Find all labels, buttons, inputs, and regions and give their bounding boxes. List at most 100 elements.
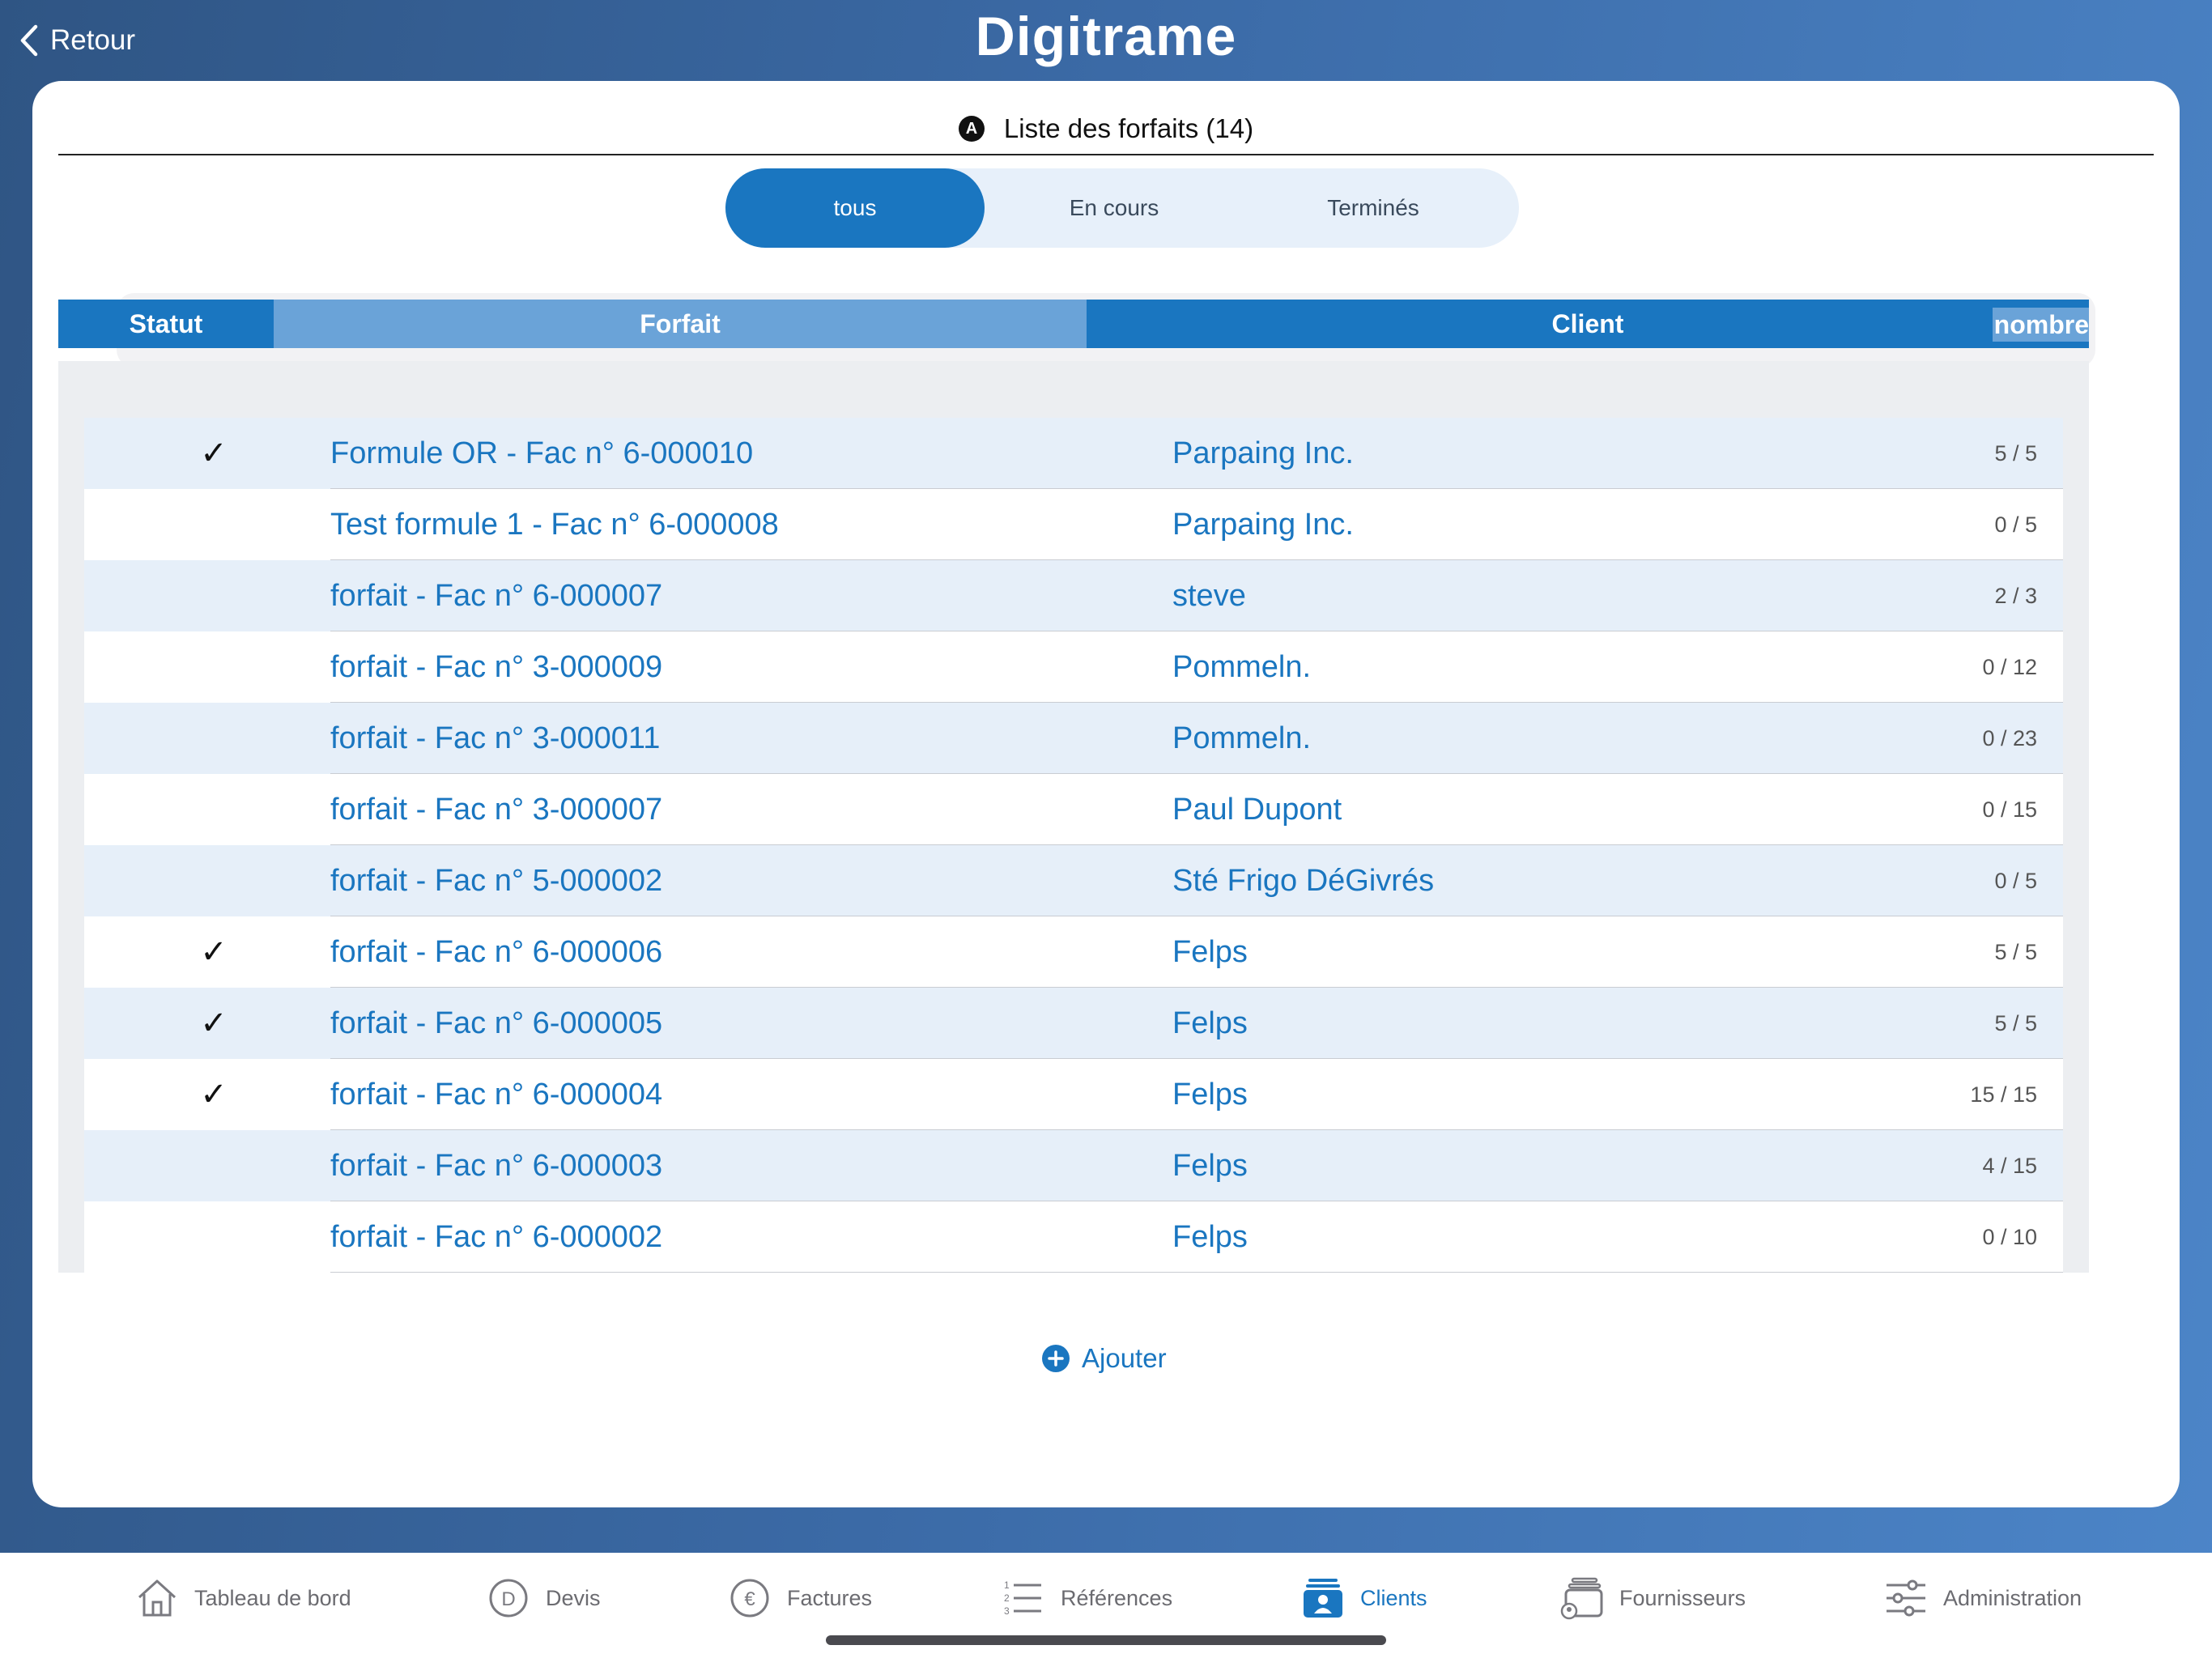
usage-count: 5 / 5 (1994, 939, 2037, 964)
status-cell: ✓ (84, 435, 330, 472)
table-row[interactable]: ✓ Formule OR - Fac n° 6-000010 Parpaing In… (84, 418, 2063, 489)
table-row[interactable]: forfait - Fac n° 3-000011 Pommeln. 0 / 23 (84, 703, 2063, 774)
tab-fournisseurs[interactable]: Fournisseurs (1559, 1574, 1746, 1622)
usage-count: 5 / 5 (1994, 1010, 2037, 1035)
forfait-name: forfait - Fac n° 6-000004 (330, 1077, 663, 1112)
tab-label: Factures (787, 1585, 873, 1610)
svg-text:2: 2 (1004, 1592, 1010, 1604)
tab-tableau-de-bord[interactable]: Tableau de bord (134, 1574, 351, 1622)
usage-count: 4 / 15 (1982, 1153, 2037, 1178)
checkmark-icon: ✓ (200, 436, 228, 471)
status-cell: ✓ (84, 933, 330, 971)
usage-count: 0 / 12 (1982, 654, 2037, 679)
table-row[interactable]: ✓ forfait - Fac n° 6-000005 Felps 5 / 5 (84, 988, 2063, 1059)
home-icon (138, 1579, 177, 1617)
table-row[interactable]: forfait - Fac n° 6-000003 Felps 4 / 15 (84, 1130, 2063, 1201)
table-row[interactable]: ✓ forfait - Fac n° 6-000004 Felps 15 / 15 (84, 1059, 2063, 1130)
client-name: Pommeln. (1172, 721, 1312, 755)
forfait-name: forfait - Fac n° 3-000007 (330, 792, 663, 827)
tab-label: Références (1061, 1585, 1173, 1610)
forfait-name: forfait - Fac n° 5-000002 (330, 863, 663, 898)
svg-text:D: D (501, 1588, 515, 1610)
client-name: Felps (1172, 934, 1248, 969)
client-name: Pommeln. (1172, 649, 1312, 684)
plus-circle-icon (1042, 1345, 1070, 1372)
forfait-name: forfait - Fac n° 6-000005 (330, 1005, 663, 1040)
table-row[interactable]: ✓ forfait - Fac n° 6-000006 Felps 5 / 5 (84, 916, 2063, 988)
tab-administration[interactable]: Administration (1883, 1574, 2082, 1622)
usage-count: 0 / 15 (1982, 797, 2037, 822)
status-cell: ✓ (84, 1076, 330, 1113)
client-name: Felps (1172, 1077, 1248, 1112)
usage-count: 5 / 5 (1994, 440, 2037, 466)
title-badge: A (958, 116, 985, 142)
client-name: Sté Frigo DéGivrés (1172, 863, 1435, 898)
client-name: steve (1172, 578, 1246, 613)
devis-icon: D (489, 1579, 528, 1618)
add-label: Ajouter (1082, 1343, 1167, 1373)
client-name: Parpaing Inc. (1172, 436, 1354, 470)
tab-label: Clients (1360, 1585, 1427, 1610)
tab-references[interactable]: 1 2 3 Références (1001, 1574, 1172, 1622)
table-row[interactable]: Test formule 1 - Fac n° 6-000008 Parpaing… (84, 489, 2063, 560)
usage-count: 2 / 3 (1994, 583, 2037, 608)
usage-count: 0 / 23 (1982, 725, 2037, 750)
tab-label: Devis (546, 1585, 601, 1610)
usage-count: 0 / 5 (1994, 868, 2037, 893)
tab-factures[interactable]: € Factures (727, 1574, 872, 1622)
home-indicator[interactable] (826, 1635, 1386, 1645)
filter-en-cours[interactable]: En cours (985, 168, 1244, 248)
svg-text:€: € (744, 1588, 755, 1610)
forfait-name: forfait - Fac n° 6-000006 (330, 934, 663, 969)
table-row[interactable]: forfait - Fac n° 6-000007 steve 2 / 3 (84, 560, 2063, 631)
page-title-bar: A Liste des forfaits (14) (58, 104, 2154, 155)
tab-devis[interactable]: D Devis (486, 1574, 601, 1622)
tab-clients[interactable]: Clients (1300, 1574, 1427, 1622)
forfait-name: Formule OR - Fac n° 6-000010 (330, 436, 754, 470)
tab-label: Tableau de bord (194, 1585, 351, 1610)
sliders-icon (1887, 1579, 1925, 1617)
filter-termines[interactable]: Terminés (1244, 168, 1503, 248)
column-header-forfait[interactable]: Forfait (274, 300, 1087, 348)
table-row[interactable]: forfait - Fac n° 5-000002 Sté Frigo DéGiv… (84, 845, 2063, 916)
forfait-name: forfait - Fac n° 6-000002 (330, 1219, 663, 1254)
supplier-icon (1560, 1577, 1603, 1620)
forfait-name: forfait - Fac n° 6-000003 (330, 1148, 663, 1183)
forfait-name: forfait - Fac n° 3-000011 (330, 721, 661, 755)
column-header-nombre[interactable]: nombre (1992, 308, 2089, 342)
forfait-name: forfait - Fac n° 6-000007 (330, 578, 663, 613)
usage-count: 0 / 5 (1994, 512, 2037, 537)
list-icon: 1 2 3 (1004, 1579, 1041, 1617)
forfait-list: ✓ Formule OR - Fac n° 6-000010 Parpaing In… (84, 418, 2063, 1273)
add-button[interactable]: Ajouter (1041, 1337, 1167, 1380)
table-header: Statut Forfait Client nombre (58, 300, 2089, 348)
client-name: Felps (1172, 1148, 1248, 1183)
app-logo: Digitrame (975, 6, 1237, 67)
client-name: Parpaing Inc. (1172, 507, 1354, 542)
usage-count: 0 / 10 (1982, 1224, 2037, 1249)
table-body[interactable]: ✓ Formule OR - Fac n° 6-000010 Parpaing In… (58, 361, 2089, 1273)
svg-text:3: 3 (1004, 1605, 1010, 1617)
table-row[interactable]: forfait - Fac n° 3-000007 Paul Dupont 0 / … (84, 774, 2063, 845)
forfait-name: Test formule 1 - Fac n° 6-000008 (330, 507, 779, 542)
tab-label: Fournisseurs (1619, 1585, 1746, 1610)
checkmark-icon: ✓ (200, 1005, 228, 1041)
usage-count: 15 / 15 (1970, 1082, 2037, 1107)
filter-tous[interactable]: tous (725, 168, 985, 248)
client-name: Felps (1172, 1005, 1248, 1040)
table-row[interactable]: forfait - Fac n° 6-000002 Felps 0 / 10 (84, 1201, 2063, 1273)
svg-text:1: 1 (1004, 1579, 1010, 1591)
column-header-statut[interactable]: Statut (58, 300, 274, 348)
column-header-client-container: Client nombre (1087, 300, 2089, 348)
euro-icon: € (730, 1579, 769, 1618)
checkmark-icon: ✓ (200, 934, 228, 970)
table-row[interactable]: forfait - Fac n° 3-000009 Pommeln. 0 / 12 (84, 631, 2063, 703)
status-cell: ✓ (84, 1005, 330, 1042)
client-name: Felps (1172, 1219, 1248, 1254)
page-title: Liste des forfaits (14) (1003, 113, 1254, 143)
client-icon (1304, 1579, 1342, 1618)
client-name: Paul Dupont (1172, 792, 1342, 827)
checkmark-icon: ✓ (200, 1077, 228, 1112)
column-header-client[interactable]: Client (1552, 309, 1624, 339)
forfait-name: forfait - Fac n° 3-000009 (330, 649, 663, 684)
